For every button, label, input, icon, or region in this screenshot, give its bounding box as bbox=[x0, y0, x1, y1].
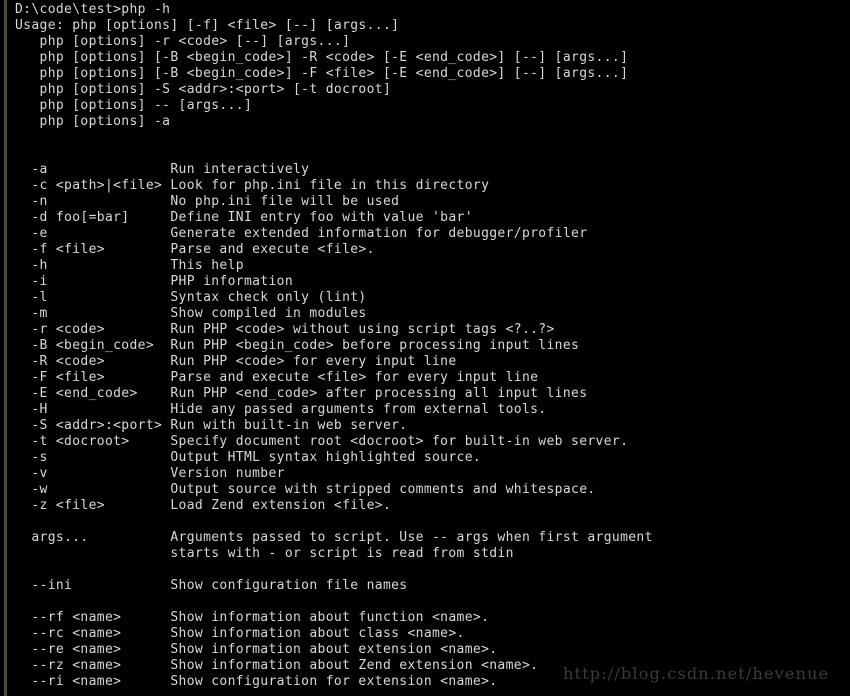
console-line: -n No php.ini file will be used bbox=[15, 194, 400, 209]
console-line: -w Output source with stripped comments … bbox=[15, 482, 596, 497]
console-line: -E <end_code> Run PHP <end_code> after p… bbox=[15, 386, 588, 401]
terminal-window[interactable]: D:\code\test>php -h Usage: php [options] … bbox=[0, 0, 850, 696]
console-line: starts with - or script is read from std… bbox=[15, 546, 514, 561]
console-line: -f <file> Parse and execute <file>. bbox=[15, 242, 375, 257]
console-line: php [options] -S <addr>:<port> [-t docro… bbox=[15, 82, 392, 97]
console-line: -R <code> Run PHP <code> for every input… bbox=[15, 354, 457, 369]
console-line: php [options] [-B <begin_code>] -F <file… bbox=[15, 66, 629, 81]
console-line: args... Arguments passed to script. Use … bbox=[15, 530, 653, 545]
console-line: --re <name> Show information about exten… bbox=[15, 642, 498, 657]
console-line: --rc <name> Show information about class… bbox=[15, 626, 465, 641]
console-line: -F <file> Parse and execute <file> for e… bbox=[15, 370, 539, 385]
console-line: -v Version number bbox=[15, 466, 285, 481]
console-line: -d foo[=bar] Define INI entry foo with v… bbox=[15, 210, 473, 225]
console-line: php [options] [-B <begin_code>] -R <code… bbox=[15, 50, 629, 65]
console-line: -H Hide any passed arguments from extern… bbox=[15, 402, 547, 417]
console-line: -e Generate extended information for deb… bbox=[15, 226, 588, 241]
console-line: -S <addr>:<port> Run with built-in web s… bbox=[15, 418, 408, 433]
console-line: D:\code\test>php -h bbox=[15, 2, 171, 17]
console-line: --rf <name> Show information about funct… bbox=[15, 610, 490, 625]
console-line: php [options] -a bbox=[15, 114, 171, 129]
console-line: php [options] -r <code> [--] [args...] bbox=[15, 34, 351, 49]
watermark-url: http://blog.csdn.net/hevenue bbox=[563, 664, 830, 683]
console-output-text: D:\code\test>php -h Usage: php [options] … bbox=[15, 2, 850, 690]
console-line: -c <path>|<file> Look for php.ini file i… bbox=[15, 178, 490, 193]
console-line: -l Syntax check only (lint) bbox=[15, 290, 367, 305]
console-line: -B <begin_code> Run PHP <begin_code> bef… bbox=[15, 338, 580, 353]
console-line: php [options] -- [args...] bbox=[15, 98, 253, 113]
console-line: Usage: php [options] [-f] <file> [--] [a… bbox=[15, 18, 400, 33]
console-line: -a Run interactively bbox=[15, 162, 310, 177]
console-line: -t <docroot> Specify document root <docr… bbox=[15, 434, 629, 449]
terminal-left-border-stripe bbox=[4, 0, 7, 696]
console-line: -s Output HTML syntax highlighted source… bbox=[15, 450, 482, 465]
console-line: --ini Show configuration file names bbox=[15, 578, 408, 593]
console-line: -r <code> Run PHP <code> without using s… bbox=[15, 322, 555, 337]
console-line: -h This help bbox=[15, 258, 244, 273]
console-line: -i PHP information bbox=[15, 274, 294, 289]
console-line: -m Show compiled in modules bbox=[15, 306, 367, 321]
console-line: -z <file> Load Zend extension <file>. bbox=[15, 498, 392, 513]
